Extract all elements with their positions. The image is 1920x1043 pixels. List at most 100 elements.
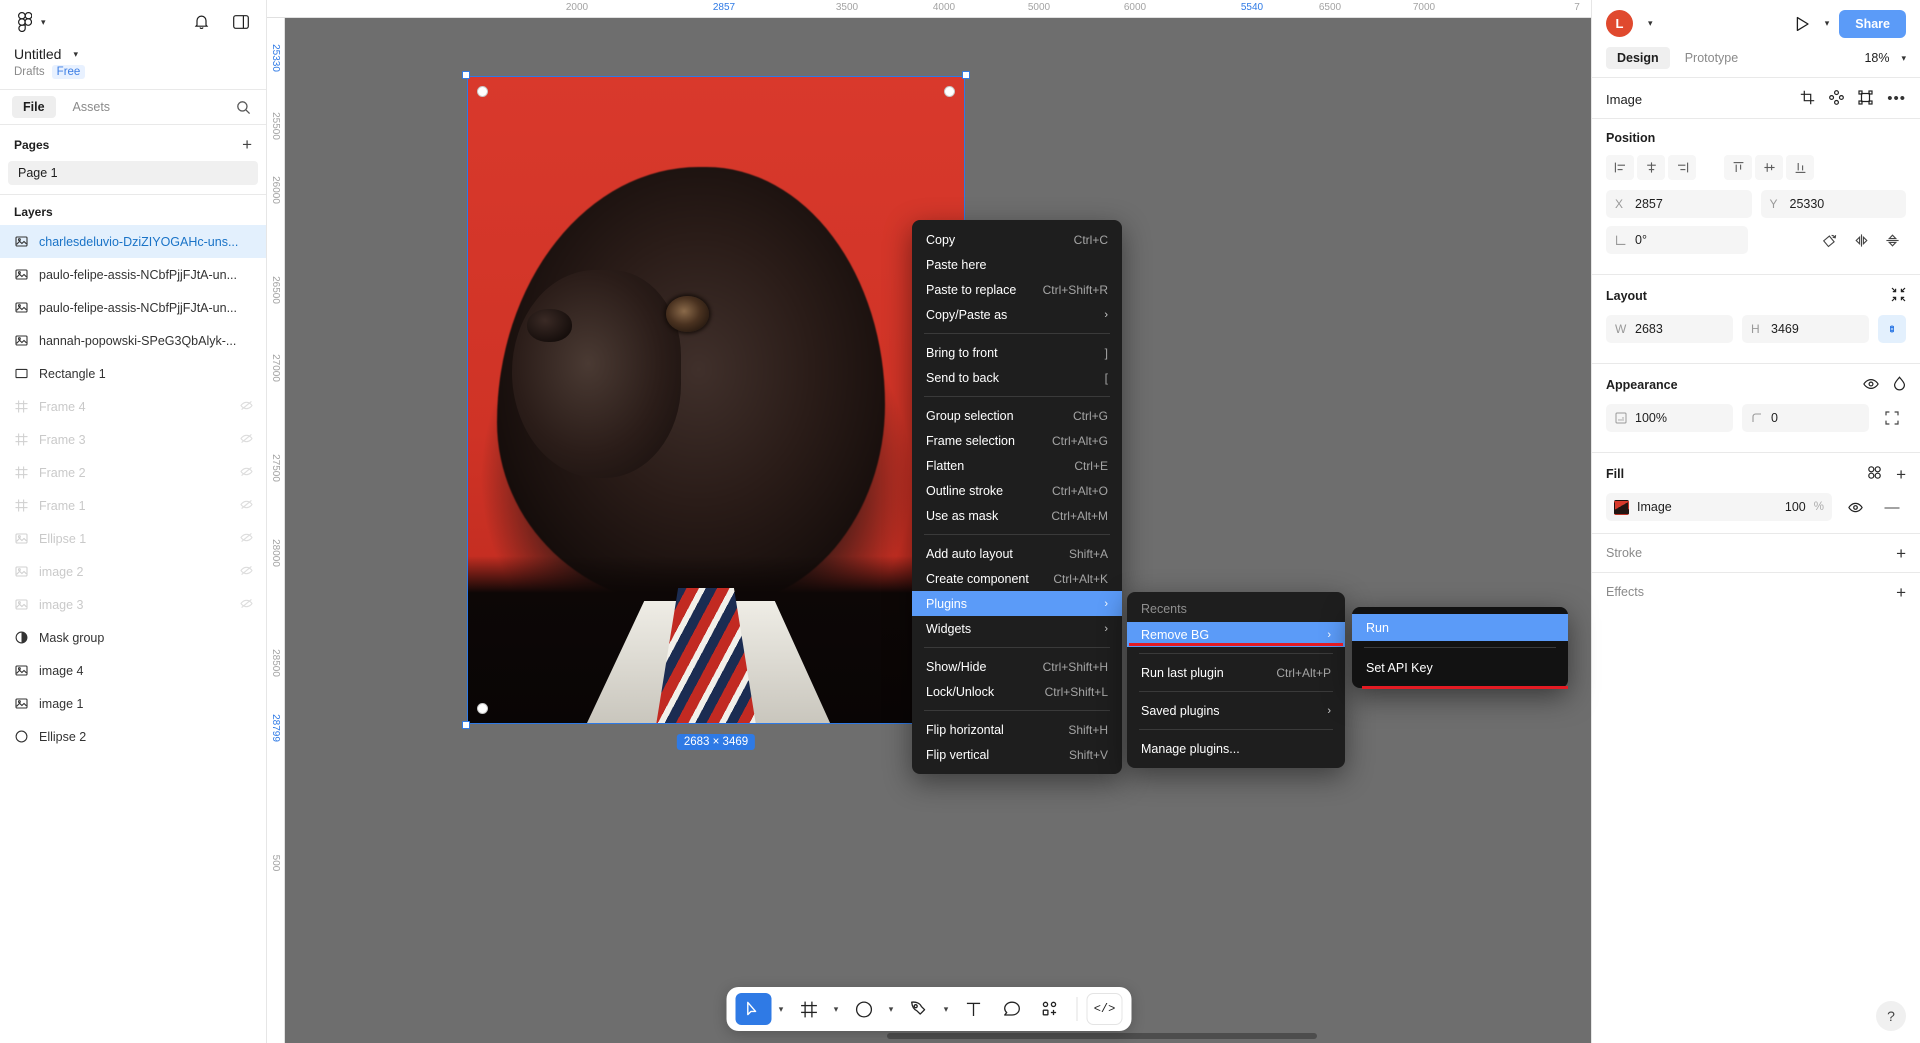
menu-item[interactable]: Outline stroke Ctrl+Alt+O: [912, 478, 1122, 503]
more-options-icon[interactable]: •••: [1887, 91, 1906, 106]
add-fill-button[interactable]: +: [1896, 466, 1906, 483]
menu-item[interactable]: Copy Ctrl+C: [912, 227, 1122, 252]
layer-row[interactable]: Ellipse 1: [0, 522, 266, 555]
avatar[interactable]: L: [1606, 10, 1633, 37]
resize-handle-top-left[interactable]: [462, 71, 470, 79]
layer-row[interactable]: image 3: [0, 588, 266, 621]
corner-radius-field[interactable]: 0: [1742, 404, 1869, 432]
eye-off-icon[interactable]: [240, 532, 254, 546]
actions-tool[interactable]: [1032, 993, 1068, 1025]
align-left-icon[interactable]: [1606, 155, 1634, 180]
share-button[interactable]: Share: [1839, 9, 1906, 38]
layer-row[interactable]: Frame 1: [0, 489, 266, 522]
menu-item[interactable]: Flip horizontal Shift+H: [912, 717, 1122, 742]
menu-item[interactable]: Frame selection Ctrl+Alt+G: [912, 428, 1122, 453]
rotate-handle-bottom-left[interactable]: [477, 703, 488, 714]
flip-vertical-icon[interactable]: [1878, 226, 1906, 254]
x-position-field[interactable]: X 2857: [1606, 190, 1752, 218]
menu-item[interactable]: Paste to replace Ctrl+Shift+R: [912, 277, 1122, 302]
align-horizontal-center-icon[interactable]: [1637, 155, 1665, 180]
shape-tool-chevron-down-icon[interactable]: ▾: [884, 994, 899, 1024]
toggle-panels-icon[interactable]: [230, 11, 252, 33]
rotate-handle-top-right[interactable]: [944, 86, 955, 97]
independent-corners-icon[interactable]: [1878, 404, 1906, 432]
notifications-bell-icon[interactable]: [190, 11, 212, 33]
tab-assets[interactable]: Assets: [62, 96, 122, 118]
eye-off-icon[interactable]: [240, 499, 254, 513]
layer-row[interactable]: Frame 3: [0, 423, 266, 456]
menu-item[interactable]: Add auto layout Shift+A: [912, 541, 1122, 566]
layer-row[interactable]: image 1: [0, 687, 266, 720]
drafts-label[interactable]: Drafts: [14, 66, 45, 78]
resize-handle-bottom-left[interactable]: [462, 721, 470, 729]
help-button[interactable]: ?: [1876, 1001, 1906, 1031]
layer-row[interactable]: Ellipse 2: [0, 720, 266, 753]
file-title[interactable]: Untitled: [14, 46, 61, 62]
align-bottom-icon[interactable]: [1786, 155, 1814, 180]
rotation-field[interactable]: 0°: [1606, 226, 1748, 254]
menu-item[interactable]: Paste here: [912, 252, 1122, 277]
tab-prototype[interactable]: Prototype: [1674, 47, 1750, 69]
pen-tool[interactable]: [901, 993, 937, 1025]
selected-image-object[interactable]: 2683 × 3469: [462, 71, 970, 750]
page-item-page-1[interactable]: Page 1: [8, 161, 258, 185]
pen-tool-chevron-down-icon[interactable]: ▾: [939, 994, 954, 1024]
add-page-button[interactable]: +: [242, 135, 252, 155]
move-tool[interactable]: [735, 993, 772, 1025]
opacity-field[interactable]: 100%: [1606, 404, 1733, 432]
layer-row[interactable]: paulo-felipe-assis-NCbfPjjFJtA-un...: [0, 291, 266, 324]
layer-row[interactable]: Frame 2: [0, 456, 266, 489]
layer-row[interactable]: image 2: [0, 555, 266, 588]
menu-item[interactable]: Show/Hide Ctrl+Shift+H: [912, 654, 1122, 679]
eye-off-icon[interactable]: [240, 466, 254, 480]
lock-aspect-ratio-icon[interactable]: [1878, 315, 1906, 343]
zoom-chevron-down-icon[interactable]: ▾: [1901, 53, 1906, 64]
menu-item[interactable]: Group selection Ctrl+G: [912, 403, 1122, 428]
tab-design[interactable]: Design: [1606, 47, 1670, 69]
add-stroke-button[interactable]: +: [1896, 545, 1906, 562]
rotate-icon[interactable]: [1816, 226, 1844, 254]
scale-icon[interactable]: [1858, 90, 1873, 108]
layer-row[interactable]: Rectangle 1: [0, 357, 266, 390]
fill-styles-icon[interactable]: [1867, 465, 1882, 483]
present-play-icon[interactable]: [1795, 16, 1810, 32]
align-right-icon[interactable]: [1668, 155, 1696, 180]
add-effect-button[interactable]: +: [1896, 584, 1906, 601]
frame-tool-chevron-down-icon[interactable]: ▾: [829, 994, 844, 1024]
file-menu-chevron-down-icon[interactable]: ▾: [41, 17, 46, 28]
menu-item[interactable]: Flatten Ctrl+E: [912, 453, 1122, 478]
menu-item[interactable]: Lock/Unlock Ctrl+Shift+L: [912, 679, 1122, 704]
eye-off-icon[interactable]: [240, 433, 254, 447]
layer-row[interactable]: Frame 4: [0, 390, 266, 423]
fill-visibility-eye-icon[interactable]: [1841, 493, 1869, 521]
menu-item[interactable]: Run last plugin Ctrl+Alt+P: [1127, 660, 1345, 685]
menu-item[interactable]: Set API Key: [1352, 654, 1568, 681]
eye-off-icon[interactable]: [240, 565, 254, 579]
width-field[interactable]: W 2683: [1606, 315, 1733, 343]
search-icon[interactable]: [232, 96, 254, 118]
menu-item[interactable]: Flip vertical Shift+V: [912, 742, 1122, 767]
rotate-handle-top-left[interactable]: [477, 86, 488, 97]
layer-row[interactable]: hannah-popowski-SPeG3QbAlyk-...: [0, 324, 266, 357]
menu-item[interactable]: Plugins ›: [912, 591, 1122, 616]
fill-item[interactable]: Image 100 %: [1606, 493, 1832, 521]
fill-swatch[interactable]: [1614, 499, 1629, 515]
menu-item[interactable]: Create component Ctrl+Alt+K: [912, 566, 1122, 591]
eye-off-icon[interactable]: [240, 598, 254, 612]
resize-handle-top-right[interactable]: [962, 71, 970, 79]
layer-row[interactable]: Mask group: [0, 621, 266, 654]
resize-to-fit-icon[interactable]: [1891, 287, 1906, 305]
component-icon[interactable]: [1829, 90, 1845, 108]
menu-item[interactable]: Run: [1352, 614, 1568, 641]
tab-file[interactable]: File: [12, 96, 56, 118]
eye-off-icon[interactable]: [240, 400, 254, 414]
frame-tool[interactable]: [791, 993, 827, 1025]
align-top-icon[interactable]: [1724, 155, 1752, 180]
horizontal-scrollbar[interactable]: [887, 1033, 1317, 1039]
remove-fill-button[interactable]: —: [1878, 493, 1906, 521]
figma-logo-icon[interactable]: [14, 11, 36, 33]
layer-row[interactable]: paulo-felipe-assis-NCbfPjjFJtA-un...: [0, 258, 266, 291]
zoom-level-control[interactable]: 18% ▾: [1864, 51, 1906, 65]
menu-item[interactable]: Use as mask Ctrl+Alt+M: [912, 503, 1122, 528]
menu-item[interactable]: Bring to front]: [912, 340, 1122, 365]
